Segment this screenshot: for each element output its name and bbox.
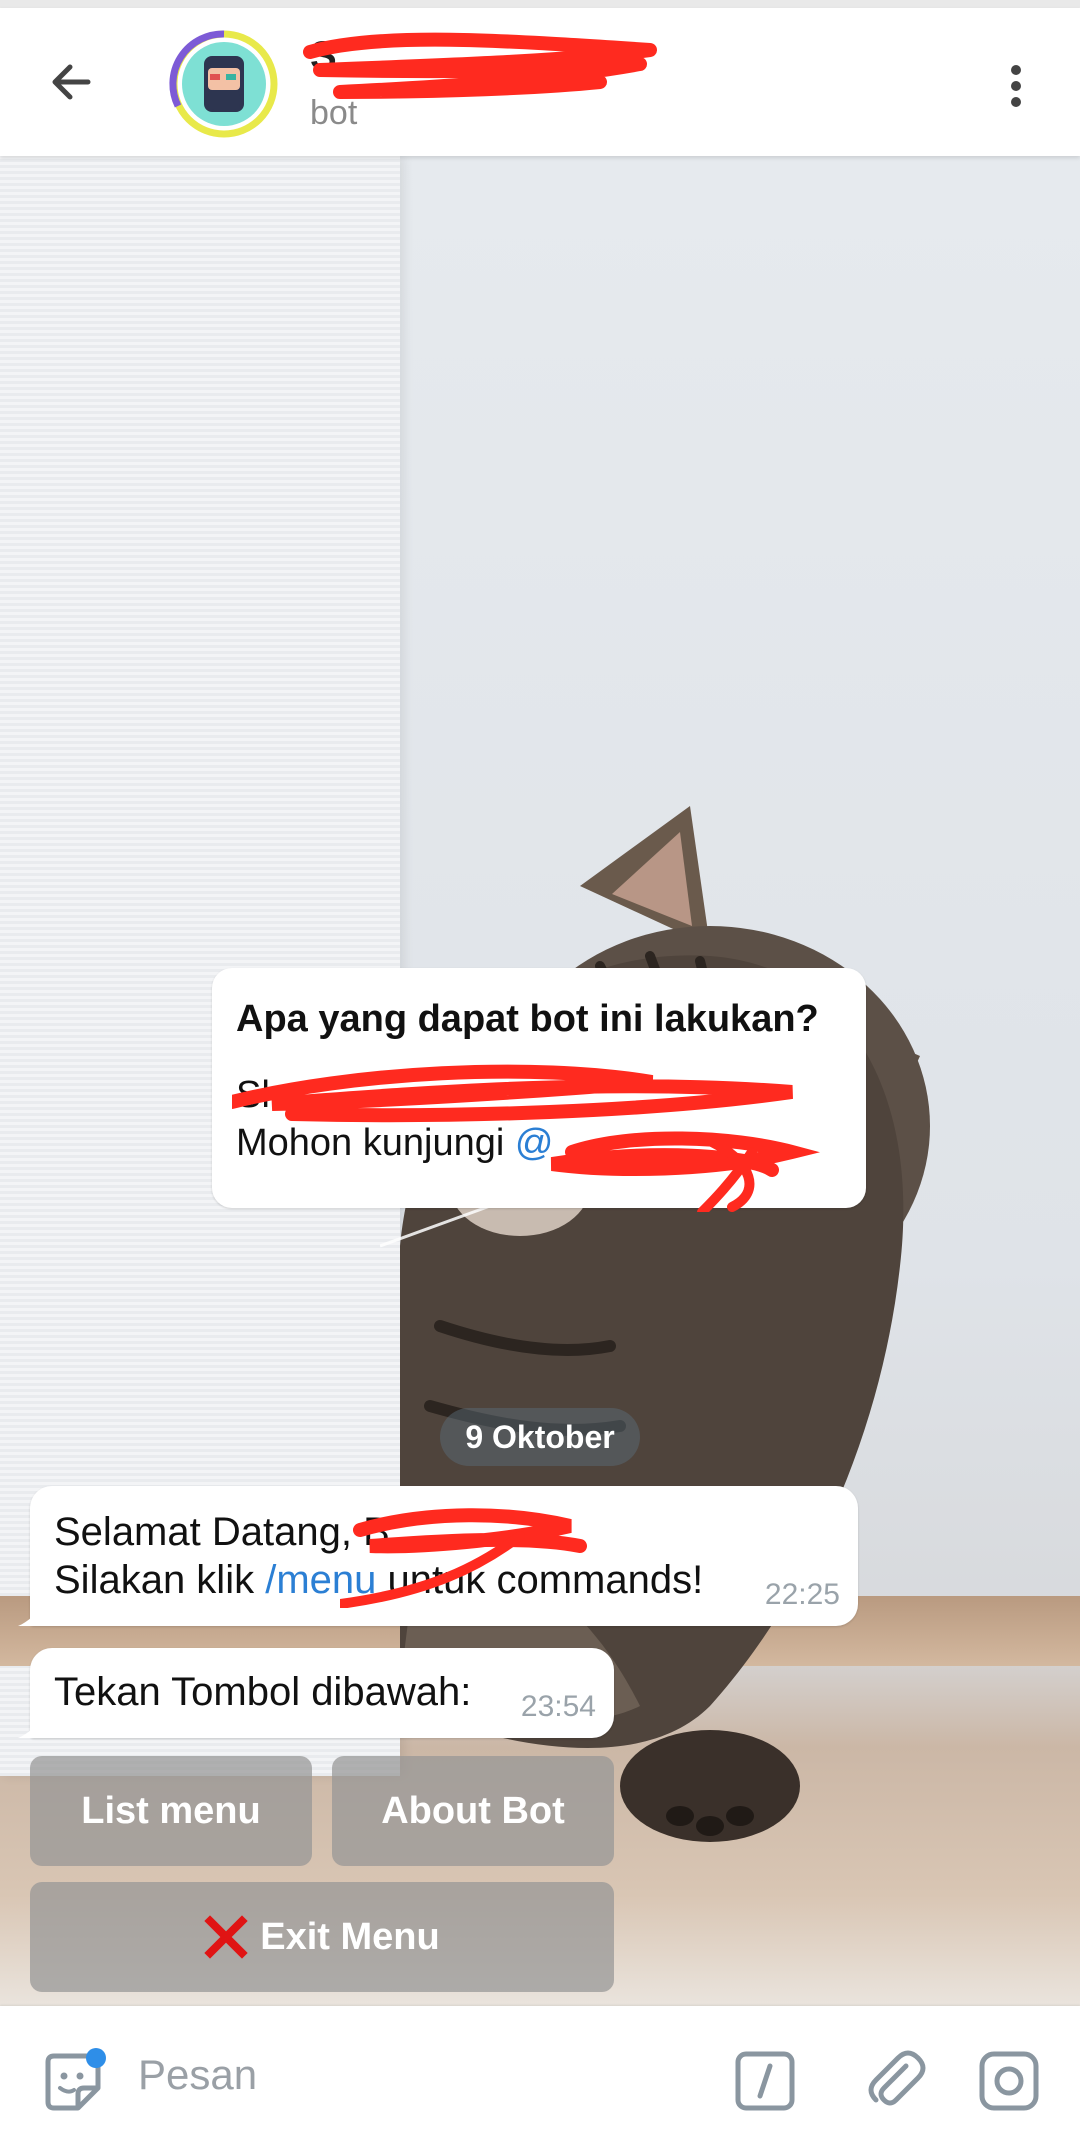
exit-menu-label: Exit Menu — [260, 1915, 440, 1958]
bot-commands-button[interactable] — [734, 2050, 796, 2112]
exit-menu-button[interactable]: Exit Menu — [30, 1882, 614, 1992]
more-options-button[interactable] — [996, 56, 1036, 116]
message-time: 22:25 — [764, 1578, 840, 1611]
vertical-dots-icon — [1011, 65, 1021, 107]
redaction-scribble — [340, 1508, 587, 1608]
bot-info-heading: Apa yang dapat bot ini lakukan? — [236, 998, 819, 1040]
chat-subtitle: bot — [310, 94, 358, 132]
message-composer — [0, 2006, 1080, 2138]
arrow-left-icon — [52, 64, 91, 100]
message-bubble[interactable]: Selamat Datang, B Silakan klik /menu unt… — [18, 1486, 858, 1626]
message-text: Tekan Tombol dibawah: — [54, 1670, 472, 1714]
red-x-icon — [204, 1915, 248, 1959]
chat-header: S bot — [0, 8, 1080, 156]
bubble-tail — [18, 1716, 44, 1738]
slash-command-icon — [735, 2051, 795, 2111]
message-time: 23:54 — [520, 1690, 596, 1723]
back-button[interactable] — [42, 52, 102, 112]
chat-area[interactable]: Apa yang dapat bot ini lakukan? Sh Mohon… — [0, 156, 1080, 2006]
message-text-prefix: Silakan klik — [54, 1558, 266, 1602]
camera-button[interactable] — [978, 2050, 1040, 2112]
date-separator: 9 Oktober — [440, 1408, 640, 1466]
attach-button[interactable] — [862, 2046, 928, 2112]
sticker-button[interactable] — [38, 2048, 108, 2118]
paperclip-icon — [868, 2050, 926, 2106]
avatar[interactable] — [168, 28, 280, 140]
status-strip — [0, 0, 1080, 8]
message-input[interactable] — [136, 2036, 700, 2114]
message-bubble[interactable]: Tekan Tombol dibawah: 23:54 — [18, 1648, 614, 1738]
list-menu-button[interactable]: List menu — [30, 1756, 312, 1866]
camera-icon — [979, 2051, 1039, 2111]
redaction-scribble — [232, 1064, 794, 1212]
about-bot-button[interactable]: About Bot — [332, 1756, 614, 1866]
bot-info-card: Apa yang dapat bot ini lakukan? Sh Mohon… — [212, 968, 866, 1212]
bot-avatar-icon — [169, 30, 278, 138]
sticker-icon — [45, 2048, 106, 2111]
bubble-tail — [18, 1604, 44, 1626]
